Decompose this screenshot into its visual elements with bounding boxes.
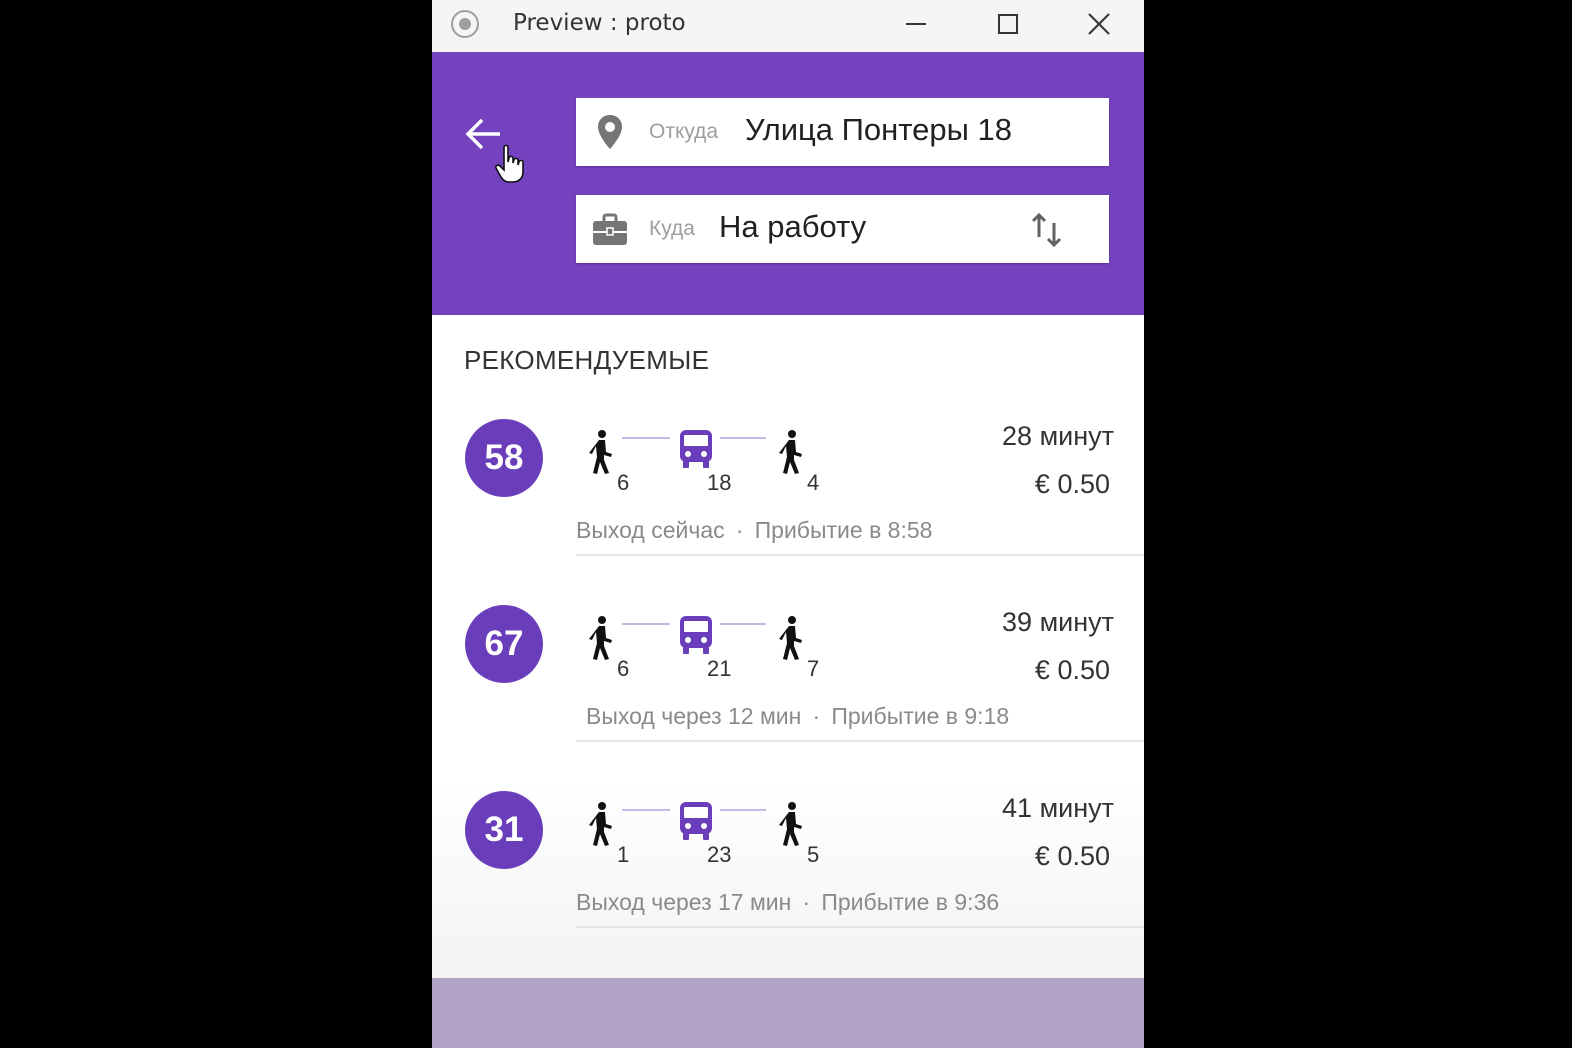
- arrival-text: Прибытие в 9:18: [831, 703, 1010, 729]
- route-price: € 0.50: [1034, 655, 1110, 685]
- briefcase-icon: [593, 213, 627, 245]
- arrow-left-icon[interactable]: [462, 114, 506, 158]
- bus-ride-minutes: 23: [707, 842, 732, 867]
- arrival-text: Прибытие в 9:36: [821, 889, 1000, 915]
- walk-icon: [779, 616, 802, 660]
- route-item[interactable]: 67 6 21 7 39 минут € 0.50 Выход через 12…: [432, 589, 1144, 775]
- route-divider: [576, 926, 1144, 928]
- routes-content: РЕКОМЕНДУЕМЫЕ 58 6 18 4 28 минут € 0.50 …: [432, 315, 1144, 978]
- departure-text: Выход через 17 мин: [576, 889, 792, 915]
- route-duration: 41 минут: [1002, 793, 1114, 823]
- to-value[interactable]: На работу: [719, 209, 866, 245]
- route-item[interactable]: 31 1 23 5 41 минут € 0.50 Выход через 17…: [432, 775, 1144, 961]
- maximize-icon: [998, 14, 1018, 34]
- route-number-badge: 58: [465, 419, 543, 497]
- walk-before-minutes: 1: [617, 842, 630, 867]
- route-price: € 0.50: [1034, 841, 1110, 871]
- route-number-badge: 31: [465, 791, 543, 869]
- search-header: Откуда Улица Понтеры 18 Куда На работу: [432, 52, 1144, 315]
- window-titlebar: Preview : proto: [432, 0, 1144, 52]
- arrival-text: Прибытие в 8:58: [754, 517, 933, 543]
- close-button[interactable]: [1079, 6, 1119, 42]
- route-divider: [576, 554, 1144, 556]
- route-duration: 28 минут: [1002, 421, 1114, 451]
- bus-ride-minutes: 21: [707, 656, 732, 681]
- maximize-button[interactable]: [988, 6, 1028, 42]
- walk-before-minutes: 6: [617, 470, 630, 495]
- route-connector: [720, 809, 766, 811]
- route-connector: [622, 437, 670, 439]
- walk-icon: [589, 802, 612, 846]
- route-divider: [576, 740, 1144, 742]
- route-item[interactable]: 58 6 18 4 28 минут € 0.50 Выход сейчас ·…: [432, 403, 1144, 589]
- route-connector: [720, 623, 766, 625]
- bus-icon: [680, 802, 712, 840]
- bottom-bar: [432, 978, 1144, 1048]
- location-pin-icon: [598, 115, 622, 149]
- route-number-badge: 67: [465, 605, 543, 683]
- bus-icon: [680, 616, 712, 654]
- walk-icon: [779, 430, 802, 474]
- route-connector: [622, 623, 670, 625]
- walk-before-minutes: 6: [617, 656, 630, 681]
- from-field[interactable]: Откуда Улица Понтеры 18: [576, 98, 1109, 166]
- swap-vertical-icon[interactable]: [1024, 207, 1070, 253]
- record-icon: [451, 10, 479, 38]
- separator-dot: ·: [735, 517, 744, 543]
- preview-window: Preview : proto Откуда Улица Понтеры 18: [432, 0, 1144, 1048]
- window-title: Preview : proto: [513, 10, 686, 36]
- walk-icon: [589, 616, 612, 660]
- route-connector: [720, 437, 766, 439]
- to-field[interactable]: Куда На работу: [576, 195, 1109, 263]
- minimize-button[interactable]: [896, 6, 936, 42]
- from-label: Откуда: [649, 120, 719, 143]
- route-duration: 39 минут: [1002, 607, 1114, 637]
- departure-text: Выход сейчас: [576, 517, 725, 543]
- section-title: РЕКОМЕНДУЕМЫЕ: [464, 345, 710, 375]
- walk-after-minutes: 5: [807, 842, 820, 867]
- close-icon: [1088, 13, 1110, 35]
- bus-icon: [680, 430, 712, 468]
- route-times: Выход через 12 мин · Прибытие в 9:18: [586, 703, 1009, 730]
- separator-dot: ·: [812, 703, 821, 729]
- route-times: Выход через 17 мин · Прибытие в 9:36: [576, 889, 999, 916]
- walk-after-minutes: 7: [807, 656, 820, 681]
- separator-dot: ·: [802, 889, 811, 915]
- route-times: Выход сейчас · Прибытие в 8:58: [576, 517, 932, 544]
- route-price: € 0.50: [1034, 469, 1110, 499]
- minimize-icon: [906, 23, 926, 25]
- walk-icon: [779, 802, 802, 846]
- route-connector: [622, 809, 670, 811]
- bus-ride-minutes: 18: [707, 470, 732, 495]
- from-value[interactable]: Улица Понтеры 18: [745, 112, 1012, 148]
- walk-after-minutes: 4: [807, 470, 820, 495]
- walk-icon: [589, 430, 612, 474]
- to-label: Куда: [649, 217, 695, 240]
- departure-text: Выход через 12 мин: [586, 703, 802, 729]
